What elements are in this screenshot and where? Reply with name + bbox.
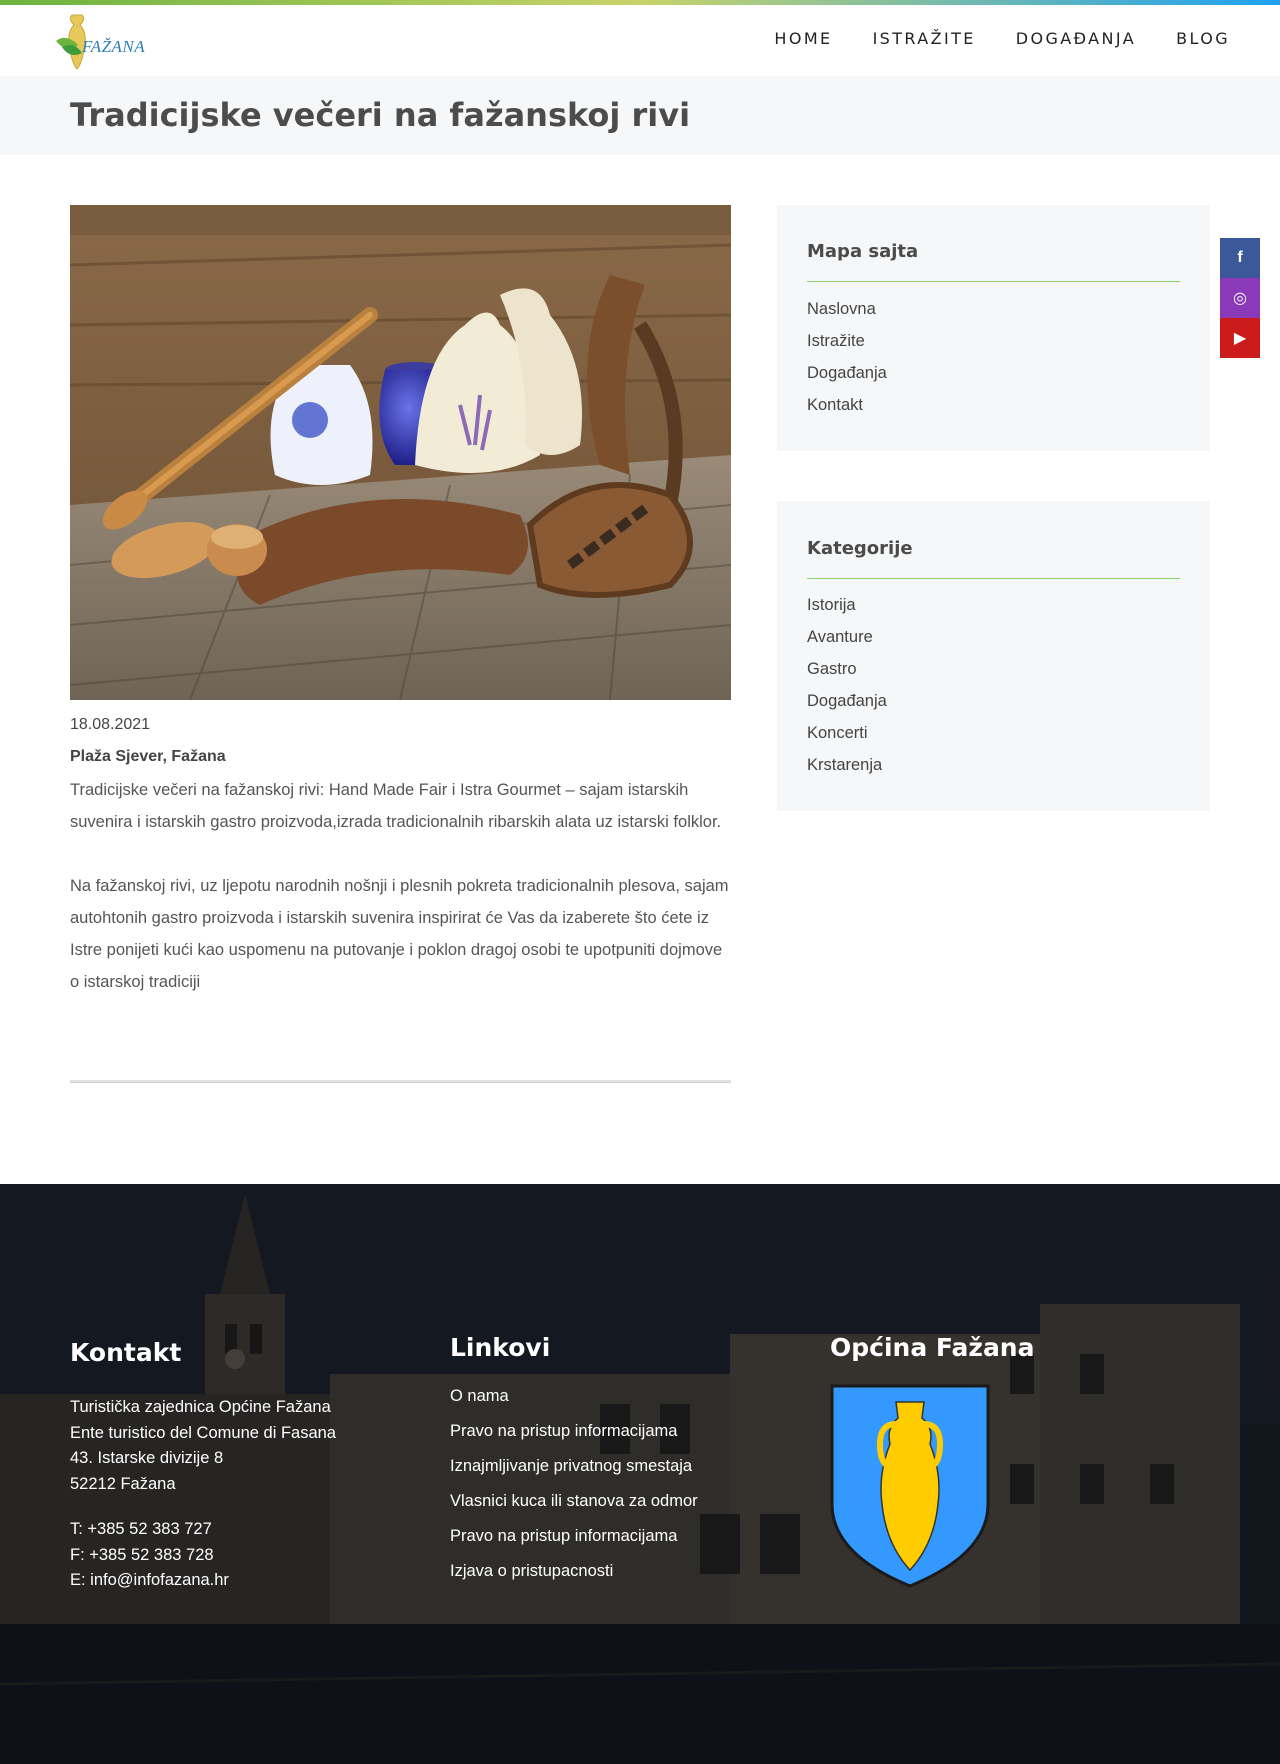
nav-istrazite[interactable]: ISTRAŽITE — [873, 29, 976, 48]
footer-contact: Kontakt Turistička zajednica Općine Faža… — [70, 1338, 336, 1594]
footer-municipality: Općina Fažana — [830, 1333, 1034, 1362]
post-body: Tradicijske večeri na fažanskoj rivi: Ha… — [70, 774, 735, 998]
coat-of-arms — [830, 1384, 990, 1588]
nav-home[interactable]: HOME — [774, 29, 832, 48]
footer-contact-details: T: +385 52 383 727 F: +385 52 383 728 E:… — [70, 1517, 336, 1594]
category-avanture[interactable]: Avanture — [807, 621, 887, 653]
category-dogadanja[interactable]: Događanja — [807, 685, 887, 717]
category-gastro[interactable]: Gastro — [807, 653, 887, 685]
category-istorija[interactable]: Istorija — [807, 589, 887, 621]
page-title-bar: Tradicijske večeri na fažanskoj rivi — [0, 76, 1280, 155]
sitemap-widget: Mapa sajta Naslovna Istražite Događanja … — [777, 205, 1210, 451]
footer-links: Linkovi O nama Pravo na pristup informac… — [450, 1333, 698, 1589]
sitemap-item-naslovna[interactable]: Naslovna — [807, 293, 887, 325]
footer-link[interactable]: Pravo na pristup informacijama — [450, 1414, 698, 1449]
footer-link[interactable]: O nama — [450, 1379, 698, 1414]
nav-dogadanja[interactable]: DOGAĐANJA — [1016, 29, 1136, 48]
category-krstarenja[interactable]: Krstarenja — [807, 749, 887, 781]
category-koncerti[interactable]: Koncerti — [807, 717, 887, 749]
souvenirs-photo — [70, 205, 731, 700]
facebook-icon[interactable]: f — [1220, 238, 1260, 278]
social-bar: f ◎ ▶ — [1220, 238, 1260, 358]
main-nav: HOME ISTRAŽITE DOGAĐANJA BLOG — [774, 29, 1230, 48]
footer-email[interactable]: E: info@infofazana.hr — [70, 1568, 336, 1594]
categories-widget: Kategorije Istorija Avanture Gastro Doga… — [777, 501, 1210, 811]
categories-title: Kategorije — [807, 538, 913, 559]
address-line: Ente turistico del Comune di Fasana — [70, 1423, 336, 1442]
sitemap-list: Naslovna Istražite Događanja Kontakt — [807, 293, 887, 421]
sitemap-item-istrazite[interactable]: Istražite — [807, 325, 887, 357]
logo-text: FAŽANA — [82, 37, 146, 56]
nav-blog[interactable]: BLOG — [1176, 29, 1230, 48]
footer-link[interactable]: Iznajmljivanje privatnog smestaja — [450, 1449, 698, 1484]
sitemap-item-dogadanja[interactable]: Događanja — [807, 357, 887, 389]
post-paragraph: Na fažanskoj rivi, uz ljepotu narodnih n… — [70, 877, 729, 991]
footer-fax: F: +385 52 383 728 — [70, 1545, 214, 1564]
address-line: 52212 Fažana — [70, 1474, 176, 1493]
widget-divider — [807, 578, 1180, 579]
site-header: FAŽANA HOME ISTRAŽITE DOGAĐANJA BLOG — [0, 5, 1280, 76]
post-location: Plaža Sjever, Fažana — [70, 748, 226, 765]
youtube-icon[interactable]: ▶ — [1220, 318, 1260, 358]
post-divider — [70, 1080, 731, 1083]
sitemap-title: Mapa sajta — [807, 241, 919, 262]
footer-municipality-title: Općina Fažana — [830, 1333, 1035, 1362]
footer-phone: T: +385 52 383 727 — [70, 1520, 212, 1538]
page-title: Tradicijske večeri na fažanskoj rivi — [70, 96, 691, 134]
footer-link[interactable]: Izjava o pristupacnosti — [450, 1554, 698, 1589]
footer-links-title: Linkovi — [450, 1333, 551, 1362]
instagram-icon[interactable]: ◎ — [1220, 278, 1260, 318]
footer-link[interactable]: Pravo na pristup informacijama — [450, 1519, 698, 1554]
categories-list: Istorija Avanture Gastro Događanja Konce… — [807, 589, 887, 781]
address-line: Turistička zajednica Općine Fažana — [70, 1398, 331, 1416]
footer-links-list: O nama Pravo na pristup informacijama Iz… — [450, 1379, 698, 1589]
widget-divider — [807, 281, 1180, 282]
post-date: 18.08.2021 — [70, 716, 151, 733]
site-footer: Kontakt Turistička zajednica Općine Faža… — [0, 1184, 1280, 1764]
address-line: 43. Istarske divizije 8 — [70, 1449, 224, 1467]
footer-address: Turistička zajednica Općine Fažana Ente … — [70, 1395, 336, 1497]
sitemap-item-kontakt[interactable]: Kontakt — [807, 389, 887, 421]
footer-contact-title: Kontakt — [70, 1338, 182, 1367]
amphora-crest-icon — [830, 1384, 990, 1588]
post-paragraph: Tradicijske večeri na fažanskoj rivi: Ha… — [70, 781, 722, 831]
fazana-logo[interactable]: FAŽANA — [52, 11, 152, 73]
footer-link[interactable]: Vlasnici kuca ili stanova za odmor — [450, 1484, 698, 1519]
post-featured-image — [70, 205, 731, 700]
